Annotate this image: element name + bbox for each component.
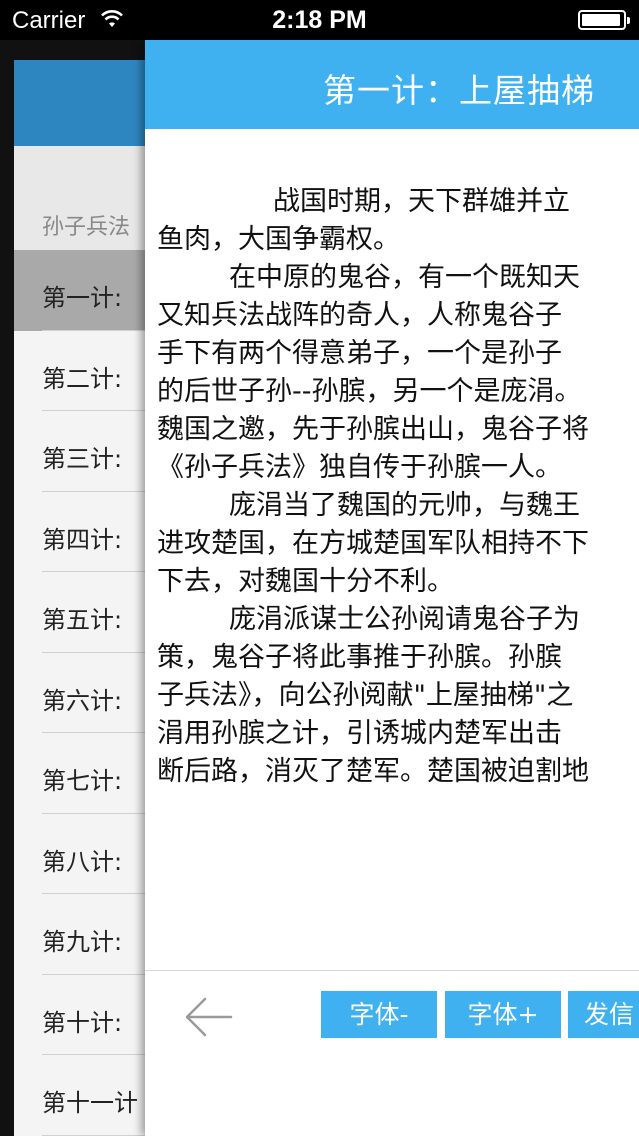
text-line: 又知兵法战阵的奇人，人称鬼谷子: [157, 300, 562, 331]
back-arrow-icon[interactable]: [183, 995, 233, 1039]
clock: 2:18 PM: [272, 6, 367, 34]
text-line: 在中原的鬼谷，有一个既知天: [229, 262, 580, 293]
section-title: 孙子兵法: [42, 215, 131, 240]
font-decrease-button[interactable]: 字体-: [321, 991, 437, 1038]
battery-level: [582, 14, 620, 26]
reader-panel: 第一计：上屋抽梯 战国时期，天下群雄并立 鱼肉，大国争霸权。 在中原的鬼谷，有一…: [145, 40, 639, 1136]
article-text: 战国时期，天下群雄并立 鱼肉，大国争霸权。 在中原的鬼谷，有一个既知天 又知兵法…: [157, 183, 639, 791]
status-bar: Carrier 2:18 PM: [0, 0, 639, 40]
chapter-label: 第八计:: [42, 847, 123, 876]
font-increase-button[interactable]: 字体+: [445, 991, 561, 1038]
chapter-label: 第一计:: [42, 284, 123, 312]
chapter-label: 第五计:: [42, 606, 123, 634]
text-line: 庞涓派谋士公孙阅请鬼谷子为: [229, 604, 580, 635]
chapter-label: 第三计:: [42, 445, 123, 473]
chapter-label: 第六计:: [42, 686, 123, 715]
chapter-label: 第九计:: [42, 928, 123, 956]
text-line: 手下有两个得意弟子，一个是孙子: [157, 338, 562, 369]
reader-toolbar: 字体- 字体+ 发信: [145, 970, 639, 1136]
text-line: 鱼肉，大国争霸权。: [157, 224, 400, 255]
text-line: 子兵法》，向公孙阅献"上屋抽梯"之: [157, 680, 574, 711]
chapter-label: 第四计:: [42, 525, 123, 554]
chapter-label: 第十一计: [42, 1089, 138, 1117]
text-line: 断后路，消灭了楚军。楚国被迫割地: [157, 756, 589, 787]
text-line: 的后世子孙--孙膑，另一个是庞涓。: [157, 376, 582, 407]
send-button[interactable]: 发信: [568, 991, 639, 1038]
text-line: 《孙子兵法》独自传于孙膑一人。: [157, 452, 562, 483]
chapter-label: 第七计:: [42, 767, 123, 795]
text-line: 下去，对魏国十分不利。: [157, 566, 454, 597]
text-line: 涓用孙膑之计，引诱城内楚军出击: [157, 718, 562, 749]
text-line: 战国时期，天下群雄并立: [273, 186, 570, 217]
battery-icon: [578, 10, 630, 30]
text-line: 庞涓当了魏国的元帅，与魏王: [229, 490, 580, 521]
reader-title: 第一计：上屋抽梯: [323, 71, 595, 110]
text-line: 进攻楚国，在方城楚国军队相持不下: [157, 528, 589, 559]
chapter-label: 第十计:: [42, 1008, 123, 1037]
reader-nav-bar: 第一计：上屋抽梯: [145, 40, 639, 129]
chapter-label: 第二计:: [42, 364, 123, 393]
text-line: 魏国之邀，先于孙膑出山，鬼谷子将: [157, 414, 589, 445]
text-line: 策，鬼谷子将此事推于孙膑。孙膑: [157, 642, 562, 673]
